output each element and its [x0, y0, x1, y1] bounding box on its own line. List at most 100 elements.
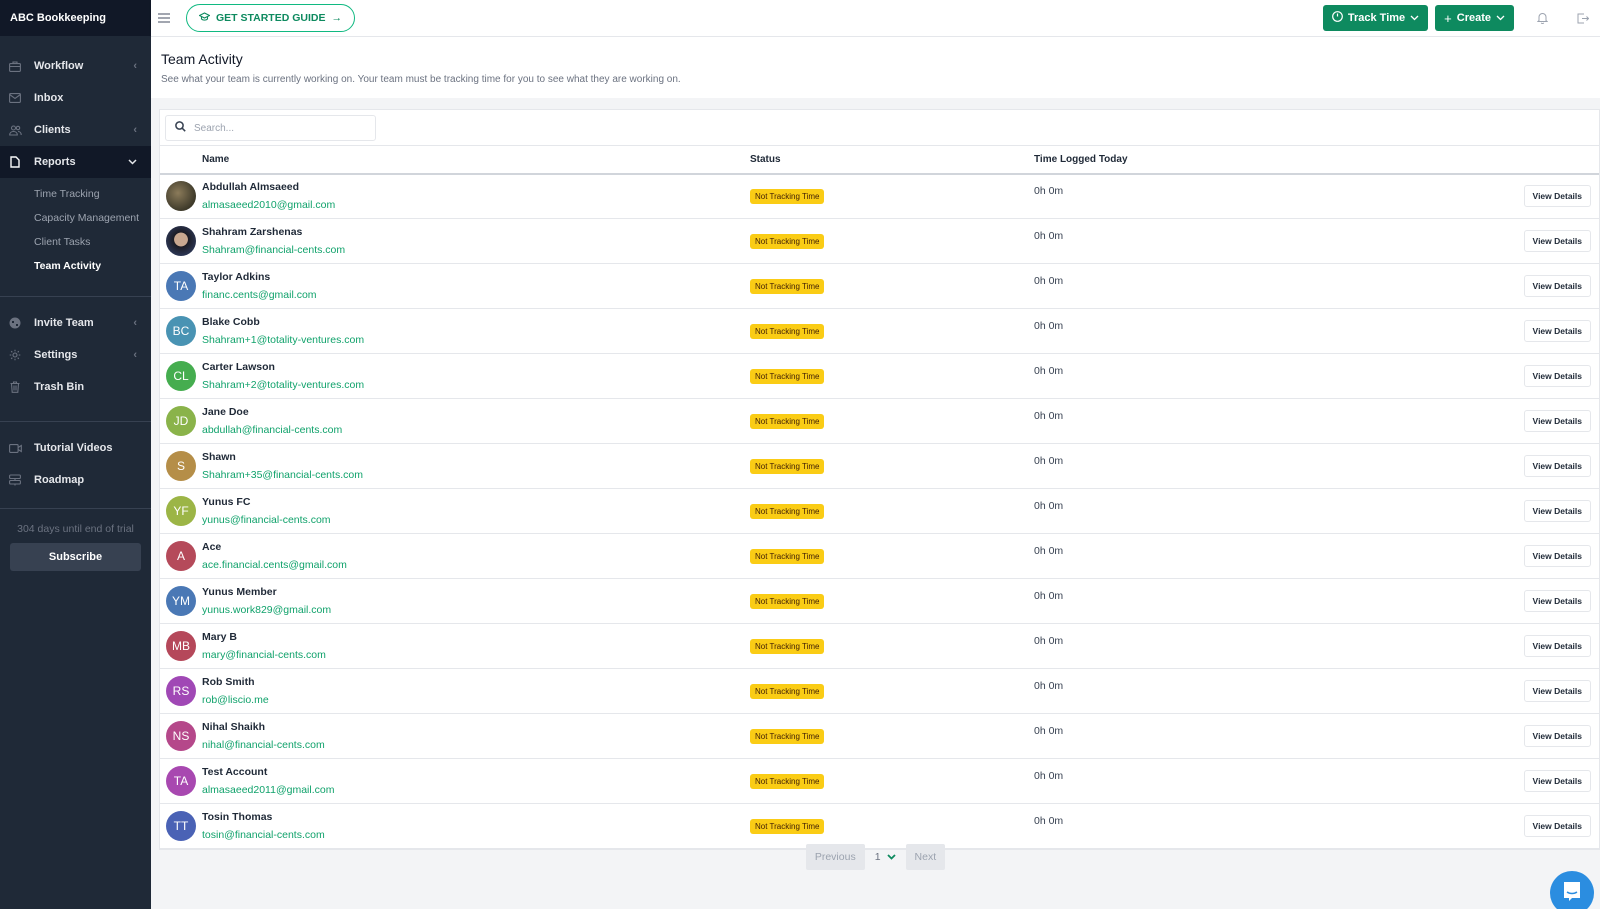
- sidebar-item-clients[interactable]: Clients ‹: [0, 114, 151, 146]
- member-email[interactable]: nihal@financial-cents.com: [202, 739, 750, 751]
- table-row: MB Mary B mary@financial-cents.com Not T…: [160, 623, 1599, 669]
- previous-page-button[interactable]: Previous: [805, 844, 865, 870]
- member-name: Yunus FC: [202, 496, 251, 508]
- view-details-button[interactable]: View Details: [1523, 545, 1591, 567]
- member-email[interactable]: ace.financial.cents@gmail.com: [202, 559, 750, 571]
- view-details-button[interactable]: View Details: [1523, 320, 1591, 342]
- member-email[interactable]: almasaeed2010@gmail.com: [202, 199, 750, 211]
- member-email[interactable]: Shahram@financial-cents.com: [202, 244, 750, 256]
- avatar: MB: [166, 631, 196, 661]
- member-email[interactable]: rob@liscio.me: [202, 694, 750, 706]
- view-details-button[interactable]: View Details: [1523, 770, 1591, 792]
- page-select[interactable]: 1: [875, 851, 896, 863]
- view-details-button[interactable]: View Details: [1523, 815, 1591, 837]
- member-name: Tosin Thomas: [202, 811, 273, 823]
- sidebar-item-workflow[interactable]: Workflow ‹: [0, 50, 151, 82]
- view-details-button[interactable]: View Details: [1523, 590, 1591, 612]
- sidebar-item-tutorial-videos[interactable]: Tutorial Videos: [0, 432, 151, 464]
- view-details-button[interactable]: View Details: [1523, 455, 1591, 477]
- member-email[interactable]: mary@financial-cents.com: [202, 649, 750, 661]
- sidebar-item-inbox[interactable]: Inbox: [0, 82, 151, 114]
- get-started-guide-button[interactable]: GET STARTED GUIDE →: [186, 4, 355, 32]
- search-box: [165, 115, 376, 141]
- chat-icon: [1562, 880, 1582, 907]
- track-time-button[interactable]: Track Time: [1322, 5, 1429, 31]
- trash-icon: [8, 380, 22, 394]
- column-header-name[interactable]: Name: [202, 145, 750, 175]
- sidebar-item-invite-team[interactable]: Invite Team ‹: [0, 307, 151, 339]
- avatar: YF: [166, 496, 196, 526]
- member-name: Mary B: [202, 631, 238, 643]
- sidebar-item-settings[interactable]: Settings ‹: [0, 339, 151, 371]
- status-badge: Not Tracking Time: [750, 728, 825, 744]
- table-row: Shahram Zarshenas Shahram@financial-cent…: [160, 218, 1599, 264]
- status-badge: Not Tracking Time: [750, 593, 825, 609]
- create-button[interactable]: + Create: [1435, 5, 1514, 31]
- chevron-down-icon: [886, 851, 896, 863]
- sidebar-item-label: Roadmap: [34, 474, 85, 486]
- sidebar-subitem-time-tracking[interactable]: Time Tracking: [0, 182, 151, 206]
- table-row: RS Rob Smith rob@liscio.me Not Tracking …: [160, 668, 1599, 714]
- sidebar-item-roadmap[interactable]: Roadmap: [0, 464, 151, 496]
- member-email[interactable]: tosin@financial-cents.com: [202, 829, 750, 841]
- arrow-right-icon: →: [331, 12, 342, 24]
- member-email[interactable]: Shahram+35@financial-cents.com: [202, 469, 750, 481]
- gear-icon: [8, 348, 22, 362]
- column-header-time[interactable]: Time Logged Today: [1034, 145, 1599, 175]
- chat-launcher-button[interactable]: [1550, 871, 1594, 909]
- page-title: Team Activity: [161, 51, 243, 67]
- table-row: TT Tosin Thomas tosin@financial-cents.co…: [160, 803, 1599, 849]
- member-email[interactable]: yunus.work829@gmail.com: [202, 604, 750, 616]
- subscribe-button[interactable]: Subscribe: [10, 543, 141, 571]
- member-email[interactable]: Shahram+2@totality-ventures.com: [202, 379, 750, 391]
- sidebar-item-label: Invite Team: [34, 317, 94, 329]
- logout-icon[interactable]: [1570, 5, 1596, 31]
- status-badge: Not Tracking Time: [750, 323, 825, 339]
- member-email[interactable]: abdullah@financial-cents.com: [202, 424, 750, 436]
- member-email[interactable]: yunus@financial-cents.com: [202, 514, 750, 526]
- table-row: YF Yunus FC yunus@financial-cents.com No…: [160, 488, 1599, 534]
- time-logged: 0h 0m: [1034, 545, 1064, 557]
- menu-icon[interactable]: [158, 10, 172, 26]
- sidebar-item-trash-bin[interactable]: Trash Bin: [0, 371, 151, 403]
- chevron-down-icon: [1496, 12, 1505, 24]
- member-email[interactable]: almasaeed2011@gmail.com: [202, 784, 750, 796]
- current-page: 1: [874, 851, 881, 863]
- sidebar-divider: [0, 421, 151, 422]
- chevron-down-icon: [1410, 12, 1419, 24]
- view-details-button[interactable]: View Details: [1523, 500, 1591, 522]
- view-details-button[interactable]: View Details: [1523, 635, 1591, 657]
- status-badge: Not Tracking Time: [750, 413, 825, 429]
- column-header-status[interactable]: Status: [750, 145, 1034, 175]
- view-details-button[interactable]: View Details: [1523, 275, 1591, 297]
- view-details-button[interactable]: View Details: [1523, 680, 1591, 702]
- next-page-button[interactable]: Next: [905, 844, 946, 870]
- member-name: Shahram Zarshenas: [202, 226, 303, 238]
- sidebar-subitem-client-tasks[interactable]: Client Tasks: [0, 230, 151, 254]
- time-logged: 0h 0m: [1034, 725, 1064, 737]
- status-badge: Not Tracking Time: [750, 368, 825, 384]
- guide-label: GET STARTED GUIDE: [216, 12, 326, 24]
- status-badge: Not Tracking Time: [750, 278, 825, 294]
- table-row: TA Taylor Adkins financ.cents@gmail.com …: [160, 263, 1599, 309]
- view-details-button[interactable]: View Details: [1523, 230, 1591, 252]
- view-details-button[interactable]: View Details: [1523, 365, 1591, 387]
- page-subtitle: See what your team is currently working …: [161, 74, 681, 85]
- sidebar-item-reports[interactable]: Reports: [0, 146, 151, 178]
- search-input[interactable]: [194, 122, 364, 134]
- view-details-button[interactable]: View Details: [1523, 410, 1591, 432]
- avatar: TT: [166, 811, 196, 841]
- sidebar-subitem-team-activity[interactable]: Team Activity: [0, 254, 151, 278]
- sidebar-item-label: Trash Bin: [34, 381, 85, 393]
- view-details-button[interactable]: View Details: [1523, 725, 1591, 747]
- bell-icon[interactable]: [1529, 5, 1555, 31]
- chevron-left-icon: ‹: [133, 349, 137, 361]
- view-details-button[interactable]: View Details: [1523, 185, 1591, 208]
- avatar: [166, 226, 196, 256]
- time-logged: 0h 0m: [1034, 815, 1064, 827]
- sidebar-subitem-capacity-management[interactable]: Capacity Management: [0, 206, 151, 230]
- file-icon: [8, 155, 22, 169]
- table-row: S Shawn Shahram+35@financial-cents.com N…: [160, 443, 1599, 489]
- member-email[interactable]: Shahram+1@totality-ventures.com: [202, 334, 750, 346]
- member-email[interactable]: financ.cents@gmail.com: [202, 289, 750, 301]
